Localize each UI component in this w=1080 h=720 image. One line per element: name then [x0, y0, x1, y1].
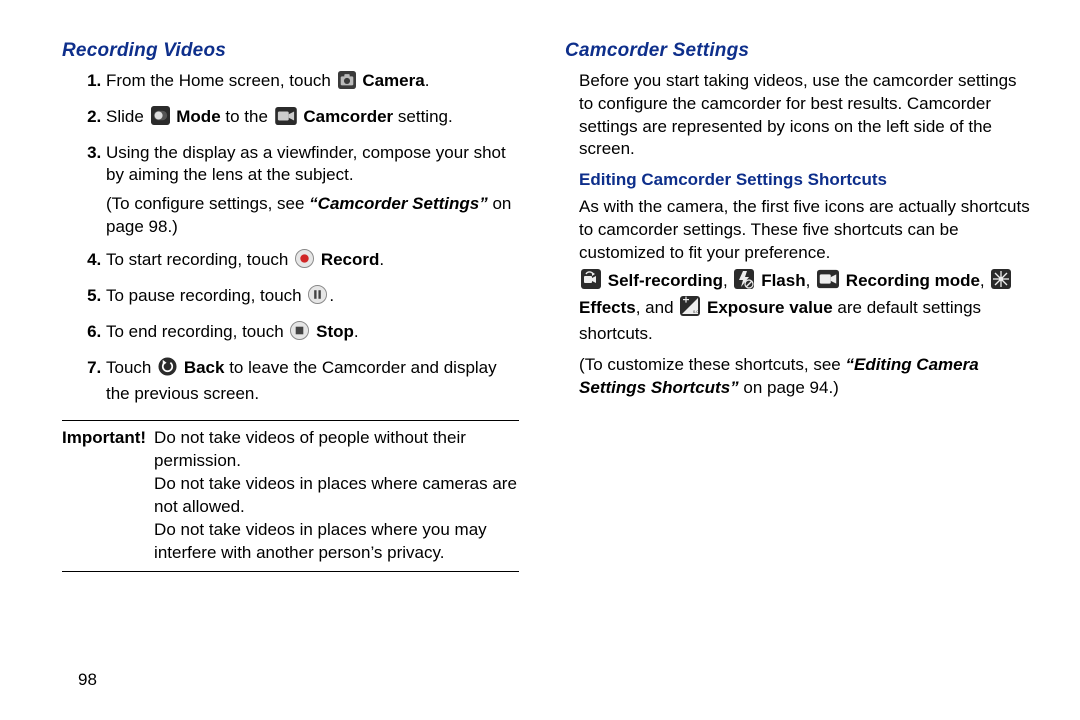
step-6: To end recording, touch Stop. — [106, 321, 519, 347]
page-number: 98 — [78, 669, 97, 692]
manual-page: Recording Videos From the Home screen, t… — [0, 0, 1080, 578]
mode-slider-icon — [151, 106, 170, 132]
camcorder-icon — [275, 107, 297, 132]
step-5-text: To pause recording, touch — [106, 286, 306, 305]
step-4-text-c: . — [379, 250, 384, 269]
camera-icon — [338, 71, 356, 96]
subheading-editing-shortcuts: Editing Camcorder Settings Shortcuts — [579, 169, 1032, 192]
important-body: Do not take videos of people without the… — [154, 427, 519, 565]
svg-text:0.0: 0.0 — [693, 309, 699, 314]
step-2-text-e: setting. — [398, 107, 453, 126]
step-7: Touch Back to leave the Camcorder and di… — [106, 357, 519, 406]
important-label: Important! — [62, 427, 146, 565]
shortcut-intro-paragraph: As with the camera, the first five icons… — [579, 196, 1032, 265]
right-column: Camcorder Settings Before you start taki… — [565, 38, 1032, 578]
heading-camcorder-settings: Camcorder Settings — [565, 38, 1032, 64]
step-4: To start recording, touch Record. — [106, 249, 519, 275]
important-line-1: Do not take videos of people without the… — [154, 427, 519, 473]
steps-list: From the Home screen, touch Camera. Slid… — [62, 70, 519, 406]
important-block: Important! Do not take videos of people … — [62, 427, 519, 565]
text-and: , and — [636, 298, 679, 317]
step-1-text-a: From the Home screen, touch — [106, 71, 336, 90]
important-line-2: Do not take videos in places where camer… — [154, 473, 519, 519]
divider-top — [62, 420, 519, 421]
step-7-back-label: Back — [184, 358, 225, 377]
step-4-record-label: Record — [321, 250, 380, 269]
effects-icon — [991, 269, 1011, 296]
flash-icon — [734, 269, 754, 296]
step-3-note-a: (To configure settings, see — [106, 194, 309, 213]
self-recording-icon — [581, 269, 601, 296]
step-7-text-a: Touch — [106, 358, 156, 377]
step-1-text-c: . — [425, 71, 430, 90]
back-icon — [158, 357, 177, 383]
step-3-note-link: “Camcorder Settings” — [309, 194, 488, 213]
step-5-end: . — [329, 286, 334, 305]
step-2-camcorder-label: Camcorder — [303, 107, 393, 126]
heading-recording-videos: Recording Videos — [62, 38, 519, 64]
step-1-camera-label: Camera — [362, 71, 424, 90]
right-body: Before you start taking videos, use the … — [565, 70, 1032, 400]
recording-mode-icon — [817, 269, 839, 296]
shortcut-icons-paragraph: Self-recording, Flash, Recording mode, E… — [579, 269, 1032, 346]
step-6-stop-label: Stop — [316, 322, 354, 341]
left-column: Recording Videos From the Home screen, t… — [62, 38, 519, 578]
intro-paragraph: Before you start taking videos, use the … — [579, 70, 1032, 162]
step-1: From the Home screen, touch Camera. — [106, 70, 519, 96]
important-line-3: Do not take videos in places where you m… — [154, 519, 519, 565]
step-3: Using the display as a viewfinder, compo… — [106, 142, 519, 240]
step-3-text: Using the display as a viewfinder, compo… — [106, 143, 506, 185]
step-2-text-c: to the — [225, 107, 272, 126]
label-effects: Effects — [579, 298, 636, 317]
step-2: Slide Mode to the Camcorder setting. — [106, 106, 519, 132]
customize-note: (To customize these shortcuts, see “Edit… — [579, 354, 1032, 400]
step-2-mode-label: Mode — [176, 107, 220, 126]
step-4-text-a: To start recording, touch — [106, 250, 293, 269]
step-5: To pause recording, touch . — [106, 285, 519, 311]
record-icon — [295, 249, 314, 275]
label-exposure-value: Exposure value — [707, 298, 833, 317]
label-flash: Flash — [761, 271, 805, 290]
stop-icon — [290, 321, 309, 347]
step-6-text-c: . — [354, 322, 359, 341]
step-6-text-a: To end recording, touch — [106, 322, 288, 341]
step-2-text-a: Slide — [106, 107, 149, 126]
pause-icon — [308, 285, 327, 311]
exposure-value-icon: 0.0 — [680, 296, 700, 323]
customize-note-a: (To customize these shortcuts, see — [579, 355, 845, 374]
customize-note-c: on page 94.) — [739, 378, 839, 397]
label-recording-mode: Recording mode — [846, 271, 980, 290]
divider-bottom — [62, 571, 519, 572]
label-self-recording: Self-recording — [608, 271, 723, 290]
